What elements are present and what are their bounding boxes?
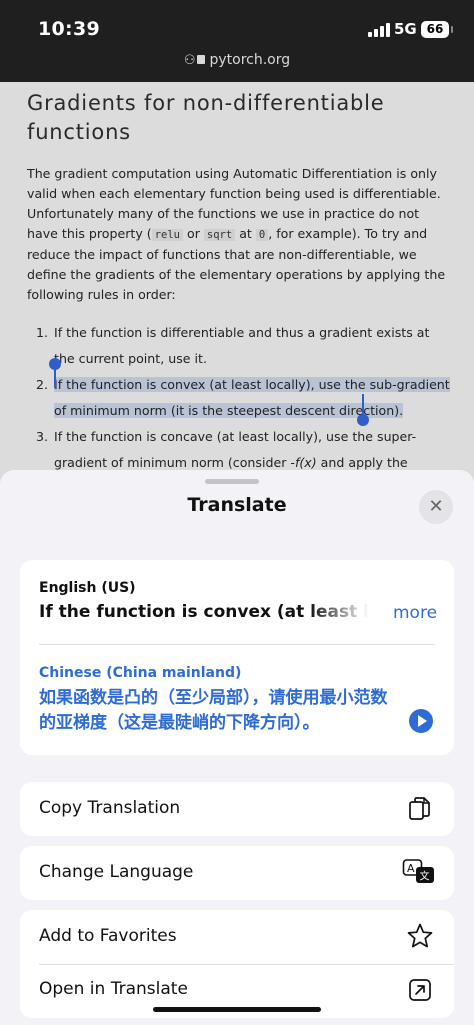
translation-card: English (US) If the function is convex (… xyxy=(20,560,454,755)
status-time: 10:39 xyxy=(38,18,100,40)
target-language[interactable]: Chinese (China mainland) xyxy=(39,665,241,681)
source-text: If the function is convex (at least loca… xyxy=(39,602,369,622)
list-number: 3. xyxy=(36,429,49,444)
list-number: 1. xyxy=(36,325,49,340)
code-zero: 0 xyxy=(255,229,269,241)
more-button[interactable]: more xyxy=(393,603,437,623)
math-text: f(x) xyxy=(294,455,317,470)
sheet-grabber[interactable] xyxy=(205,479,259,484)
action-label: Open in Translate xyxy=(39,979,188,999)
home-indicator[interactable] xyxy=(153,1007,321,1012)
translated-text: 如果函数是凸的（至少局部），请使用最小范数的亚梯度（这是最陡峭的下降方向）。 xyxy=(39,688,388,733)
selected-text[interactable]: If the function is convex (at least loca… xyxy=(54,377,450,418)
reader-mode-icon[interactable]: ⚇ xyxy=(184,53,196,68)
section-heading: Gradients for non-differentiable functio… xyxy=(27,91,385,144)
svg-text:A: A xyxy=(407,862,415,875)
list-item: 1. If the function is differentiable and … xyxy=(36,320,450,372)
copy-icon xyxy=(409,797,430,820)
action-label: Add to Favorites xyxy=(39,926,177,946)
selection-end-handle[interactable] xyxy=(357,394,369,426)
sheet-title: Translate xyxy=(187,494,287,516)
svg-text:文: 文 xyxy=(420,870,430,883)
star-icon xyxy=(407,923,433,948)
status-bar: 10:39 5G 66 ⚇ pytorch.org xyxy=(0,0,474,82)
open-external-icon xyxy=(409,979,431,1001)
action-label: Change Language xyxy=(39,862,194,882)
change-language-button[interactable]: Change Language A 文 xyxy=(20,846,454,900)
divider xyxy=(39,644,435,645)
translate-icon: A 文 xyxy=(402,859,434,883)
code-sqrt: sqrt xyxy=(203,229,236,241)
close-button[interactable]: ✕ xyxy=(419,490,453,524)
network-type: 5G xyxy=(394,20,417,38)
intro-paragraph: The gradient computation using Automatic… xyxy=(27,164,451,305)
para-text: or xyxy=(183,226,204,241)
close-icon: ✕ xyxy=(428,496,444,517)
source-language: English (US) xyxy=(39,580,136,596)
list-item-selected[interactable]: 2. If the function is convex (at least lo… xyxy=(36,372,450,424)
code-relu: relu xyxy=(151,229,184,241)
list-item-text: If the function is differentiable and th… xyxy=(54,325,430,366)
play-audio-icon[interactable] xyxy=(409,709,433,733)
copy-translation-button[interactable]: Copy Translation xyxy=(20,782,454,836)
add-to-favorites-button[interactable]: Add to Favorites xyxy=(20,910,454,964)
para-text: at xyxy=(235,226,256,241)
selection-start-handle[interactable] xyxy=(49,358,61,388)
list-number: 2. xyxy=(36,377,49,392)
lock-icon xyxy=(197,55,206,64)
url-bar[interactable]: ⚇ pytorch.org xyxy=(0,52,474,78)
url-text: pytorch.org xyxy=(209,52,291,68)
actions-group: Add to Favorites Open in Translate xyxy=(20,910,454,1018)
battery-icon: 66 xyxy=(421,21,453,38)
action-label: Copy Translation xyxy=(39,798,181,818)
translate-sheet: Translate ✕ English (US) If the function… xyxy=(0,470,474,1025)
web-content: Gradients for non-differentiable functio… xyxy=(0,82,474,502)
cellular-signal-icon xyxy=(368,23,390,37)
